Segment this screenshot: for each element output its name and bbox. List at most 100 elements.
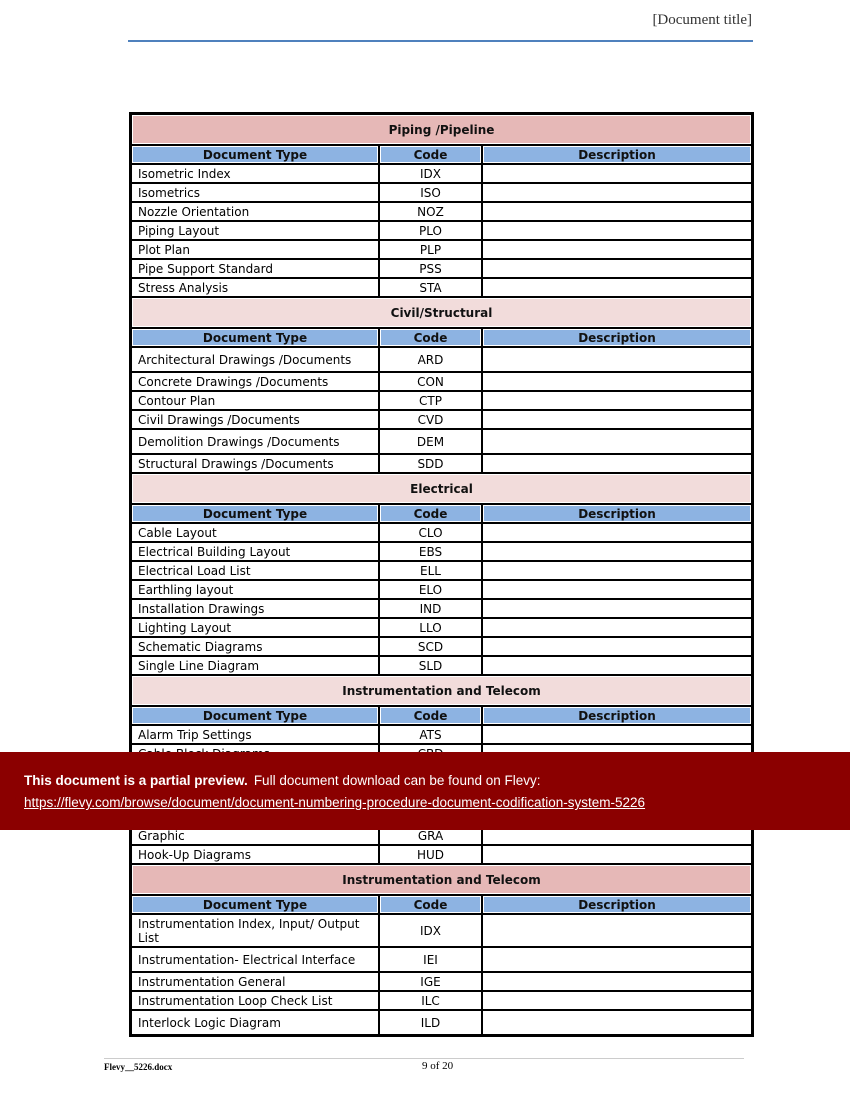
- code-header: Code: [379, 706, 482, 725]
- banner-bold-text: This document is a partial preview.: [24, 773, 248, 788]
- table-row: Nozzle Orientation NOZ: [131, 202, 752, 221]
- document-title: [Document title]: [652, 12, 752, 28]
- code-cell: ISO: [379, 183, 482, 202]
- table-row: Instrumentation General IGE: [131, 972, 752, 991]
- table-row: Electrical Building Layout EBS: [131, 542, 752, 561]
- code-cell: IND: [379, 599, 482, 618]
- header-rule: [128, 40, 753, 42]
- document-type-cell: Earthling layout: [131, 580, 379, 599]
- description-cell: [482, 725, 752, 744]
- code-cell: IDX: [379, 164, 482, 183]
- description-cell: [482, 561, 752, 580]
- description-cell: [482, 1010, 752, 1035]
- document-type-cell: Isometric Index: [131, 164, 379, 183]
- table-row: Installation Drawings IND: [131, 599, 752, 618]
- code-cell: PLP: [379, 240, 482, 259]
- code-cell: ARD: [379, 347, 482, 372]
- column-header-row: Document Type Code Description: [131, 706, 752, 725]
- document-type-cell: Stress Analysis: [131, 278, 379, 297]
- table-row: Contour Plan CTP: [131, 391, 752, 410]
- code-cell: LLO: [379, 618, 482, 637]
- table-row: Instrumentation- Electrical Interface IEI: [131, 947, 752, 972]
- document-codes-table: Piping /Pipeline Document Type Code Descrip…: [129, 112, 754, 1037]
- description-cell: [482, 278, 752, 297]
- description-cell: [482, 259, 752, 278]
- footer-page-number: 9 of 20: [422, 1060, 454, 1072]
- description-cell: [482, 991, 752, 1010]
- document-type-header: Document Type: [131, 145, 379, 164]
- document-type-cell: Electrical Building Layout: [131, 542, 379, 561]
- description-header: Description: [482, 504, 752, 523]
- document-type-header: Document Type: [131, 895, 379, 914]
- section-header-row: Electrical: [131, 473, 752, 504]
- code-cell: NOZ: [379, 202, 482, 221]
- description-cell: [482, 599, 752, 618]
- document-type-cell: Civil Drawings /Documents: [131, 410, 379, 429]
- document-type-header: Document Type: [131, 706, 379, 725]
- description-header: Description: [482, 145, 752, 164]
- code-cell: HUD: [379, 845, 482, 864]
- code-cell: ILD: [379, 1010, 482, 1035]
- code-header: Code: [379, 328, 482, 347]
- document-type-cell: Lighting Layout: [131, 618, 379, 637]
- code-cell: IEI: [379, 947, 482, 972]
- code-cell: PSS: [379, 259, 482, 278]
- description-cell: [482, 410, 752, 429]
- document-type-cell: Installation Drawings: [131, 599, 379, 618]
- section-header-row: Civil/Structural: [131, 297, 752, 328]
- document-type-cell: Instrumentation Loop Check List: [131, 991, 379, 1010]
- preview-banner: This document is a partial preview. Full …: [0, 752, 850, 830]
- description-cell: [482, 914, 752, 947]
- description-cell: [482, 183, 752, 202]
- table-row: Stress Analysis STA: [131, 278, 752, 297]
- code-cell: SDD: [379, 454, 482, 473]
- code-header: Code: [379, 504, 482, 523]
- footer-filename: Flevy__5226.docx: [104, 1062, 173, 1072]
- code-header: Code: [379, 895, 482, 914]
- table-row: Isometrics ISO: [131, 183, 752, 202]
- document-type-cell: Hook-Up Diagrams: [131, 845, 379, 864]
- document-type-cell: Instrumentation General: [131, 972, 379, 991]
- document-type-cell: Electrical Load List: [131, 561, 379, 580]
- section-header-row: Instrumentation and Telecom: [131, 675, 752, 706]
- table-row: Earthling layout ELO: [131, 580, 752, 599]
- document-type-cell: Structural Drawings /Documents: [131, 454, 379, 473]
- description-cell: [482, 542, 752, 561]
- document-type-cell: Nozzle Orientation: [131, 202, 379, 221]
- table-row: Interlock Logic Diagram ILD: [131, 1010, 752, 1035]
- code-header: Code: [379, 145, 482, 164]
- description-cell: [482, 656, 752, 675]
- section-title: Instrumentation and Telecom: [131, 864, 752, 895]
- description-header: Description: [482, 706, 752, 725]
- code-cell: DEM: [379, 429, 482, 454]
- flevy-link[interactable]: https://flevy.com/browse/document/docume…: [24, 795, 645, 810]
- description-cell: [482, 240, 752, 259]
- column-header-row: Document Type Code Description: [131, 895, 752, 914]
- section-title: Piping /Pipeline: [131, 114, 752, 145]
- document-type-cell: Isometrics: [131, 183, 379, 202]
- document-type-cell: Plot Plan: [131, 240, 379, 259]
- code-cell: CON: [379, 372, 482, 391]
- section-header-row: Instrumentation and Telecom: [131, 864, 752, 895]
- table-row: Single Line Diagram SLD: [131, 656, 752, 675]
- table-row: Structural Drawings /Documents SDD: [131, 454, 752, 473]
- table-row: Civil Drawings /Documents CVD: [131, 410, 752, 429]
- table-row: Piping Layout PLO: [131, 221, 752, 240]
- description-header: Description: [482, 328, 752, 347]
- description-cell: [482, 454, 752, 473]
- description-cell: [482, 202, 752, 221]
- table-row: Architectural Drawings /Documents ARD: [131, 347, 752, 372]
- table-row: Electrical Load List ELL: [131, 561, 752, 580]
- column-header-row: Document Type Code Description: [131, 504, 752, 523]
- table-row: Schematic Diagrams SCD: [131, 637, 752, 656]
- section-title: Electrical: [131, 473, 752, 504]
- description-cell: [482, 972, 752, 991]
- table-row: Isometric Index IDX: [131, 164, 752, 183]
- code-cell: IGE: [379, 972, 482, 991]
- description-cell: [482, 164, 752, 183]
- description-cell: [482, 580, 752, 599]
- description-cell: [482, 372, 752, 391]
- document-type-cell: Pipe Support Standard: [131, 259, 379, 278]
- code-cell: SLD: [379, 656, 482, 675]
- document-type-cell: Schematic Diagrams: [131, 637, 379, 656]
